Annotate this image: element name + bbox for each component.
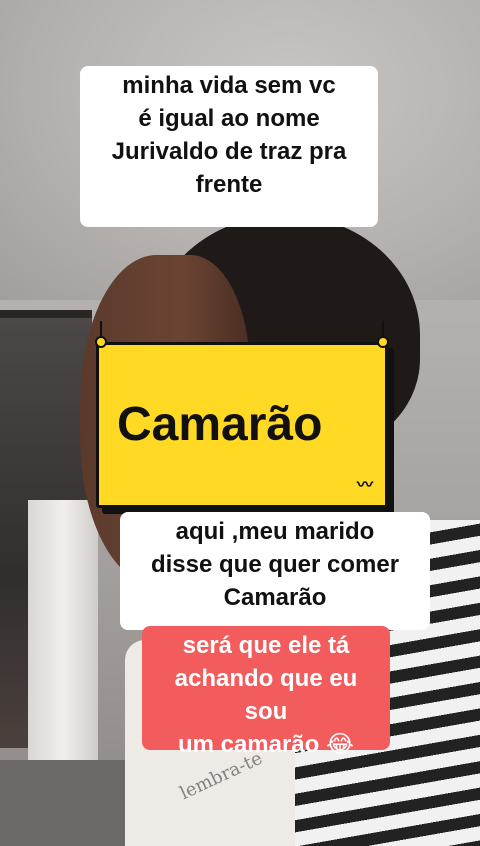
sign-string [382, 321, 384, 337]
caption-line: frente [195, 171, 263, 198]
caption-line: é igual ao nome [138, 105, 320, 132]
sign-word: Camarão [117, 398, 323, 451]
caption-bottom: será que ele tá achando que eu sou um ca… [142, 626, 390, 758]
caption-line: será que ele tá [182, 632, 350, 659]
caption-line: aqui ,meu marido [175, 518, 375, 545]
sign-pin [377, 336, 389, 348]
caption-line: Camarão [223, 584, 327, 611]
sign-string [100, 321, 102, 337]
caption-line: minha vida sem vc [122, 72, 336, 99]
caption-top: minha vida sem vc é igual ao nome Juriva… [80, 66, 378, 227]
squiggle-icon: 〰 [356, 477, 373, 494]
hanging-sign: Camarão 〰 [95, 321, 399, 519]
sign-pin [95, 336, 107, 348]
caption-line: disse que quer comer [150, 551, 400, 578]
caption-line: um camarão 😂 [177, 731, 355, 758]
caption-line: achando que eu sou [174, 665, 358, 725]
caption-middle: aqui ,meu marido disse que quer comer Ca… [120, 512, 430, 630]
floor [0, 760, 140, 846]
caption-line: Jurivaldo de traz pra [111, 138, 347, 165]
